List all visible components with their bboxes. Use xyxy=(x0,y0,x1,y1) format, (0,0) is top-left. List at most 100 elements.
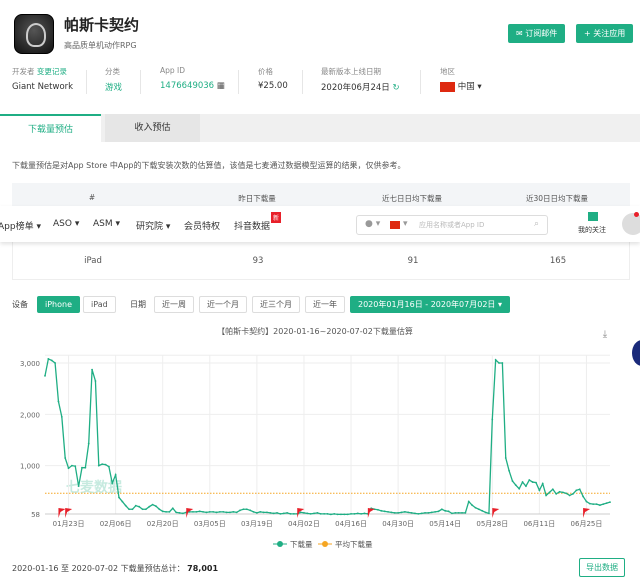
nav-research[interactable]: 研究院 ▾ xyxy=(136,219,170,232)
data-point xyxy=(192,510,194,513)
data-point xyxy=(121,500,124,503)
data-point xyxy=(504,457,507,459)
data-point xyxy=(77,485,80,488)
tab-revenue[interactable]: 收入预估 xyxy=(105,114,200,142)
divider xyxy=(302,70,303,94)
data-point xyxy=(249,509,252,512)
data-point xyxy=(602,503,605,506)
nav-aso[interactable]: ASO ▾ xyxy=(53,219,79,229)
y-tick-label: 1,000 xyxy=(20,463,40,471)
nav-membership[interactable]: 会员特权 xyxy=(184,219,220,232)
data-point xyxy=(239,509,241,512)
refresh-icon[interactable]: ↻ xyxy=(392,83,399,93)
region-select[interactable]: 中国 ▾ xyxy=(440,80,482,92)
x-tick-label: 04月30日 xyxy=(382,520,414,528)
data-point xyxy=(94,380,97,382)
description: 下载量预估是对App Store 中App的下载安装次数的估算值，该值是七麦通过… xyxy=(12,161,406,170)
data-point xyxy=(447,510,450,513)
mail-icon: ✉ xyxy=(516,29,526,38)
divider xyxy=(86,70,87,94)
chart-icon[interactable] xyxy=(588,212,598,221)
data-point xyxy=(494,359,497,361)
data-point xyxy=(531,481,534,483)
data-point xyxy=(461,511,463,514)
col-header: 昨日下载量 xyxy=(238,194,276,203)
data-point xyxy=(514,484,517,487)
search-input[interactable]: 应用名称或者App ID xyxy=(419,220,484,230)
apple-icon[interactable]: ● ▾ xyxy=(365,219,380,229)
data-point xyxy=(474,506,477,509)
release-value: 2020年06月24日 ↻ xyxy=(321,83,400,93)
legend-download-label[interactable]: 下载量 xyxy=(290,539,313,549)
data-point xyxy=(380,509,383,512)
app-subtitle: 高品质单机动作RPG xyxy=(64,41,137,50)
data-point xyxy=(424,511,426,514)
data-point xyxy=(175,511,178,514)
nav-asm[interactable]: ASM ▾ xyxy=(93,219,120,229)
subscribe-button[interactable]: ✉ 订阅邮件 xyxy=(508,24,566,43)
data-point xyxy=(144,508,147,511)
data-point xyxy=(168,510,171,513)
follow-button[interactable]: + 关注应用 xyxy=(576,24,634,43)
col-header: 近七日日均下载量 xyxy=(382,194,442,203)
nav-app-rank[interactable]: App榜单 ▾ xyxy=(0,219,41,232)
data-point xyxy=(319,512,322,515)
x-tick-label: 02月20日 xyxy=(147,520,179,528)
data-point xyxy=(245,508,248,511)
data-point xyxy=(306,512,309,515)
developer-label: 开发者 变更记录 xyxy=(12,67,67,76)
data-point xyxy=(528,479,531,481)
range-week-button[interactable]: 近一周 xyxy=(154,296,194,313)
legend-average-label[interactable]: 平均下载量 xyxy=(335,539,373,549)
data-point xyxy=(430,511,433,514)
data-point xyxy=(548,491,551,494)
data-point xyxy=(101,463,104,466)
data-point xyxy=(195,510,198,513)
data-point xyxy=(50,359,53,362)
range-3month-button[interactable]: 近三个月 xyxy=(252,296,300,313)
china-flag-icon[interactable] xyxy=(390,221,400,229)
table-row: iPad 93 91 165 xyxy=(12,242,630,280)
x-tick-label: 02月06日 xyxy=(100,520,132,528)
qrcode-icon[interactable]: ▦ xyxy=(217,81,225,91)
data-point xyxy=(178,511,181,514)
data-point xyxy=(427,511,430,514)
data-point xyxy=(521,481,524,483)
date-label: 日期 xyxy=(130,300,146,309)
event-flag-icon xyxy=(58,508,66,518)
changelog-link[interactable]: 变更记录 xyxy=(37,67,67,76)
data-point xyxy=(360,512,363,515)
data-point xyxy=(501,362,504,364)
tab-downloads[interactable]: 下载量预估 xyxy=(0,114,101,142)
download-icon[interactable]: ⤓ xyxy=(603,329,608,340)
data-point xyxy=(572,492,574,495)
data-point xyxy=(471,504,474,507)
category-link[interactable]: 游戏 xyxy=(105,81,122,93)
data-point xyxy=(47,357,50,360)
data-point xyxy=(407,511,410,514)
data-point xyxy=(377,508,379,511)
export-data-button[interactable]: 导出数据 xyxy=(579,558,625,577)
data-point xyxy=(565,492,568,495)
data-point xyxy=(346,513,349,516)
range-month-button[interactable]: 近一个月 xyxy=(199,296,247,313)
date-range-picker[interactable]: 2020年01月16日 - 2020年07月02日 ▾ xyxy=(350,296,510,313)
range-year-button[interactable]: 近一年 xyxy=(305,296,345,313)
china-flag-icon xyxy=(440,81,455,92)
download-series-line xyxy=(44,357,611,516)
data-point xyxy=(262,511,265,514)
my-follow-link[interactable]: 我的关注 xyxy=(578,225,606,235)
data-point xyxy=(451,512,453,515)
device-ipad-button[interactable]: iPad xyxy=(83,296,116,313)
data-point xyxy=(161,510,164,513)
data-point xyxy=(171,507,174,510)
search-box[interactable]: ● ▾ ▾ 应用名称或者App ID ⌕ xyxy=(356,215,548,235)
nav-douyin[interactable]: 抖音数据 xyxy=(234,219,270,232)
chart-title: 【帕斯卡契约】2020-01-16~2020-07-02下载量估算 xyxy=(217,326,413,336)
data-point xyxy=(575,489,578,492)
search-icon[interactable]: ⌕ xyxy=(534,219,539,229)
device-iphone-button[interactable]: iPhone xyxy=(37,296,81,313)
data-point xyxy=(114,473,117,476)
data-point xyxy=(551,488,554,491)
data-point xyxy=(535,481,537,484)
